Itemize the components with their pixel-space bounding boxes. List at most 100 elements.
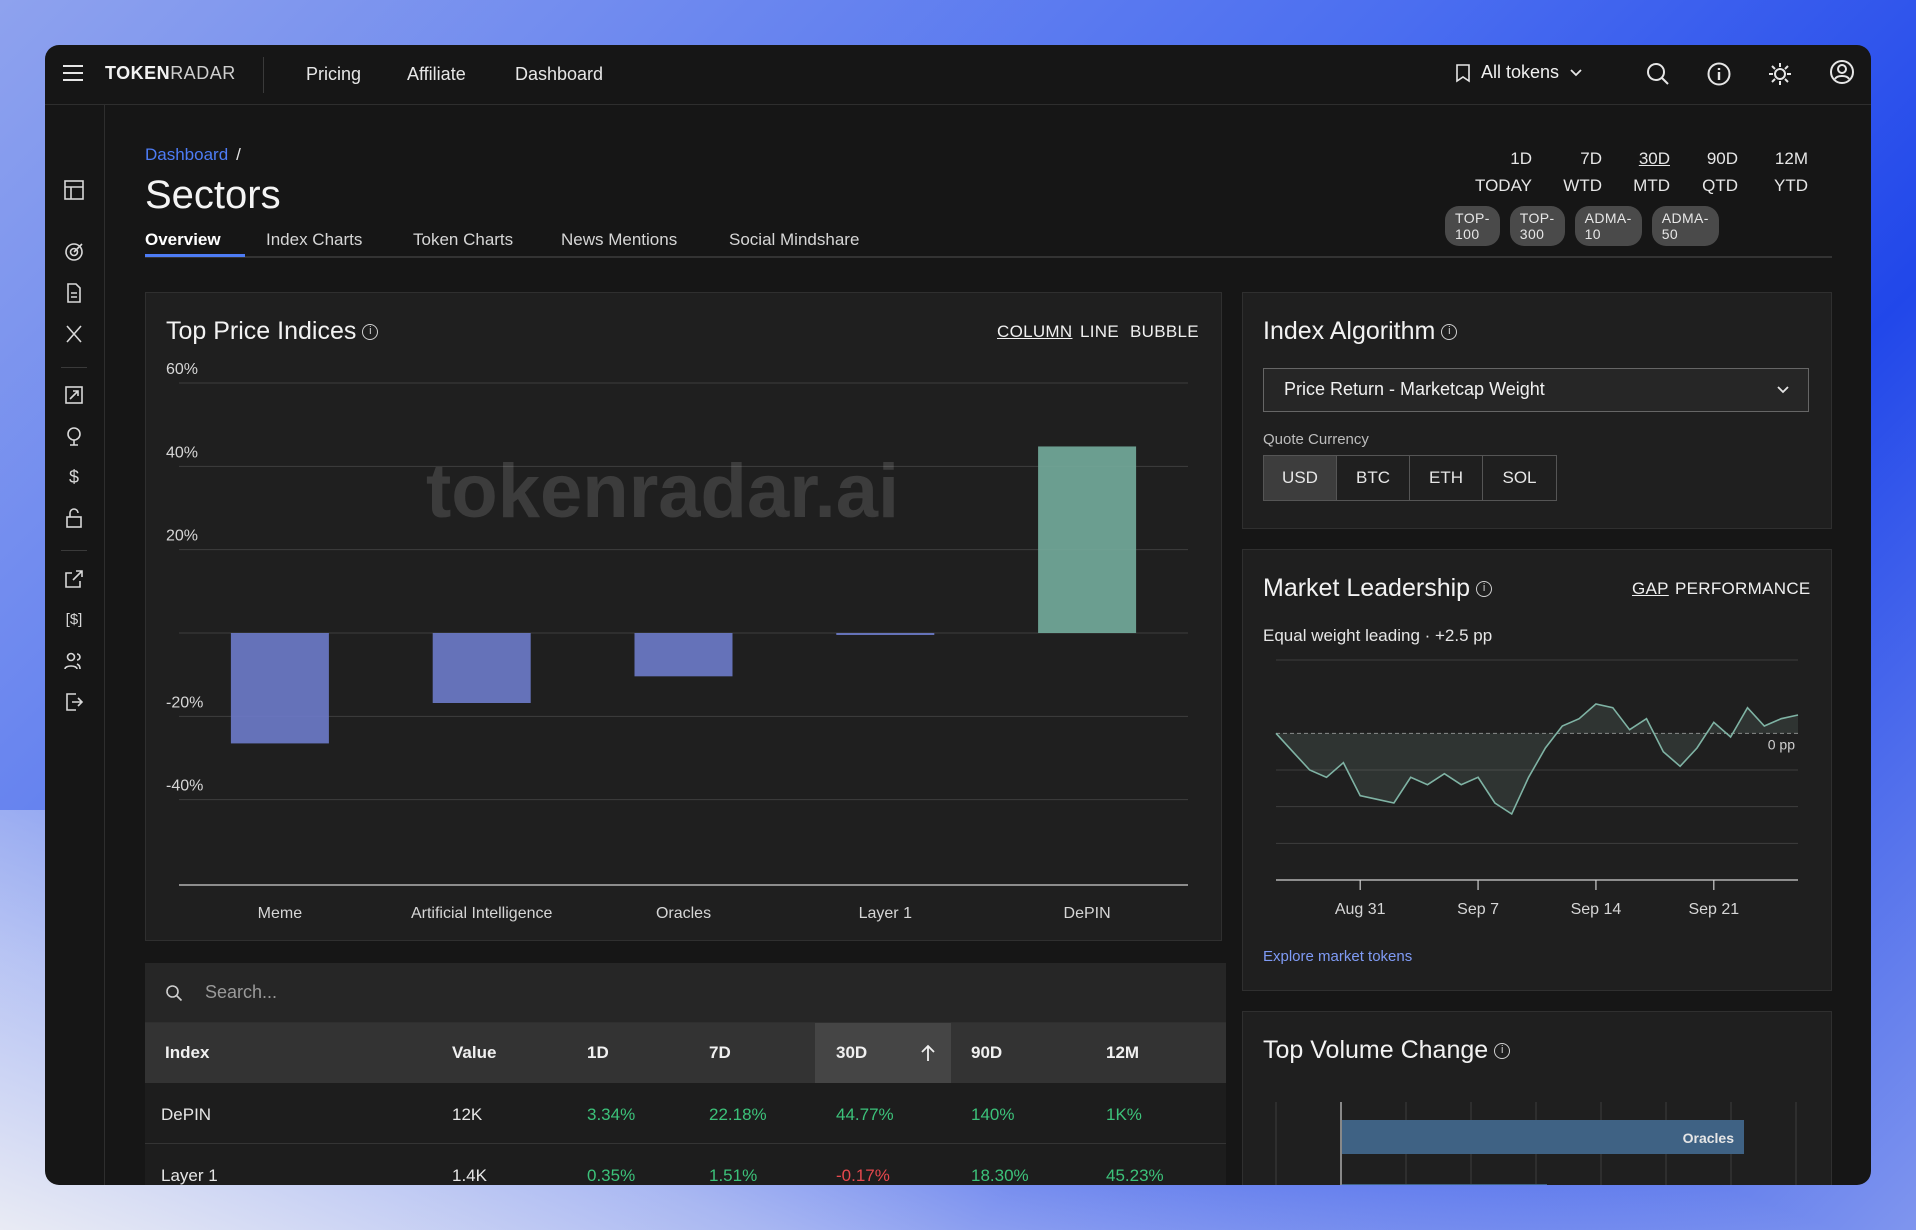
tab-active-indicator [145, 254, 245, 257]
cell-d30: 44.77% [836, 1105, 894, 1124]
y-tick-label: 40% [166, 444, 198, 461]
nav-pricing[interactable]: Pricing [306, 64, 361, 85]
period-sublabel: YTD [1774, 176, 1808, 195]
logout-icon[interactable] [62, 690, 86, 714]
col-1d[interactable]: 1D [587, 1043, 609, 1063]
search-icon [166, 985, 183, 1002]
users-icon[interactable] [62, 649, 86, 673]
period-12m[interactable]: 12M YTD [1738, 145, 1808, 199]
period-label: 90D [1706, 149, 1738, 168]
top-volume-change-panel: Top Volume Change i Oracles [1242, 1011, 1832, 1185]
breadcrumb-separator: / [236, 145, 241, 164]
user-avatar-icon[interactable] [1829, 59, 1855, 85]
tab-social-mindshare[interactable]: Social Mindshare [729, 230, 859, 250]
period-7d[interactable]: 7D WTD [1532, 145, 1602, 199]
volume-bar-chart: Oracles [1275, 1102, 1797, 1185]
price-bar-chart: 60% 40% 20% -20% -40% Meme Artificial Intellig… [166, 361, 1188, 922]
token-filter-dropdown[interactable]: All tokens [1455, 62, 1583, 83]
bar-depin [1038, 446, 1137, 633]
search-input[interactable]: Search... [205, 982, 277, 1003]
period-label: 12M [1774, 149, 1808, 168]
table-row[interactable]: Layer 1 1.4K 0.35% 1.51% -0.17% 18.30% 45.23% [145, 1144, 1226, 1185]
bar-artificial-intelligence [432, 633, 531, 703]
chevron-down-icon [1777, 386, 1789, 394]
document-icon[interactable] [62, 281, 86, 305]
pricing-dollar-icon[interactable]: [$] [62, 608, 86, 632]
logo[interactable]: TOKENRADAR [105, 63, 236, 84]
x-tick-label: Oracles [656, 905, 711, 922]
period-sublabel: WTD [1563, 176, 1602, 195]
period-sublabel: QTD [1702, 176, 1738, 195]
tab-token-charts[interactable]: Token Charts [413, 230, 513, 250]
currency-eth[interactable]: ETH [1410, 456, 1483, 500]
period-90d[interactable]: 90D QTD [1670, 145, 1738, 199]
info-icon[interactable]: i [1441, 324, 1458, 341]
col-value[interactable]: Value [452, 1043, 496, 1063]
period-sublabel: TODAY [1475, 176, 1532, 195]
nav-affiliate[interactable]: Affiliate [407, 64, 466, 85]
app-window: TOKENRADAR Pricing Affiliate Dashboard A… [45, 45, 1871, 1185]
table-row[interactable]: DePIN 12K 3.34% 22.18% 44.77% 140% 1K% [145, 1083, 1226, 1144]
theme-sun-icon[interactable] [1767, 61, 1793, 87]
table-search[interactable]: Search... [145, 963, 1226, 1023]
x-tick-label: Layer 1 [859, 905, 912, 922]
explore-market-link[interactable]: Explore market tokens [1263, 948, 1412, 965]
currency-sol[interactable]: SOL [1483, 456, 1556, 500]
y-tick-label: -40% [166, 778, 203, 795]
cell-m12: 45.23% [1106, 1166, 1164, 1185]
info-icon[interactable] [1706, 61, 1732, 87]
tab-index-charts[interactable]: Index Charts [266, 230, 362, 250]
currency-usd[interactable]: USD [1264, 456, 1337, 500]
cell-index: DePIN [161, 1105, 212, 1124]
leadership-line-chart: 0 pp Aug 31 Sep 7 Sep 14 Sep 21 [1275, 659, 1799, 918]
col-12m[interactable]: 12M [1106, 1043, 1139, 1063]
bar-label: Oracles [1683, 1130, 1735, 1146]
col-30d[interactable]: 30D [836, 1043, 867, 1063]
period-label: 30D [1638, 149, 1670, 168]
table-header: Index Value 1D 7D 30D 90D 12M [145, 1023, 1226, 1083]
tab-overview[interactable]: Overview [145, 230, 221, 250]
nav-dashboard[interactable]: Dashboard [515, 64, 603, 85]
x-tick-label: Sep 14 [1571, 901, 1622, 918]
search-icon[interactable] [1645, 61, 1671, 87]
cell-d90: 18.30% [971, 1166, 1029, 1185]
algorithm-select[interactable]: Price Return - Marketcap Weight [1263, 368, 1809, 412]
cell-d1: 0.35% [587, 1166, 636, 1185]
bar-meme [230, 633, 329, 744]
currency-btc[interactable]: BTC [1337, 456, 1410, 500]
x-tick-label: DePIN [1064, 905, 1111, 922]
dashboard-icon[interactable] [62, 178, 86, 202]
period-30d[interactable]: 30D MTD [1602, 145, 1670, 199]
unlock-icon[interactable] [62, 506, 86, 530]
watermark: tokenradar.ai [426, 449, 900, 534]
panel-title: Index Algorithm i [1263, 317, 1458, 346]
breadcrumb-dashboard-link[interactable]: Dashboard [145, 145, 228, 164]
algorithm-select-value: Price Return - Marketcap Weight [1284, 379, 1545, 399]
indices-table: Search... Index Value 1D 7D 30D 90D 12M … [145, 963, 1226, 1185]
quote-currency-label: Quote Currency [1263, 431, 1369, 448]
x-tick-label: Sep 21 [1688, 901, 1739, 918]
cell-d30: -0.17% [836, 1166, 890, 1185]
period-1d[interactable]: 1D TODAY [1470, 145, 1532, 199]
col-90d[interactable]: 90D [971, 1043, 1002, 1063]
col-7d[interactable]: 7D [709, 1043, 731, 1063]
cell-m12: 1K% [1106, 1105, 1142, 1124]
tab-bar: Overview Index Charts Token Charts News … [145, 218, 1832, 258]
sidebar-divider [61, 367, 87, 368]
top-price-indices-panel: Top Price Indices i COLUMN LINE BUBBLE 60… [145, 292, 1222, 941]
breadcrumb: Dashboard / [145, 145, 241, 165]
bar-partial [1342, 1184, 1547, 1185]
menu-icon[interactable] [63, 65, 83, 83]
x-social-icon[interactable] [62, 322, 86, 346]
tab-news-mentions[interactable]: News Mentions [561, 230, 677, 250]
globe-icon[interactable] [62, 424, 86, 448]
sidebar-divider [61, 550, 87, 551]
y-tick-label: 20% [166, 528, 198, 545]
expand-icon[interactable] [62, 383, 86, 407]
col-index[interactable]: Index [165, 1043, 209, 1063]
cell-d1: 3.34% [587, 1105, 636, 1124]
sort-arrow-up-icon[interactable] [919, 1043, 937, 1063]
external-link-icon[interactable] [62, 567, 86, 591]
dollar-icon[interactable]: $ [62, 465, 86, 489]
target-icon[interactable] [62, 240, 86, 264]
